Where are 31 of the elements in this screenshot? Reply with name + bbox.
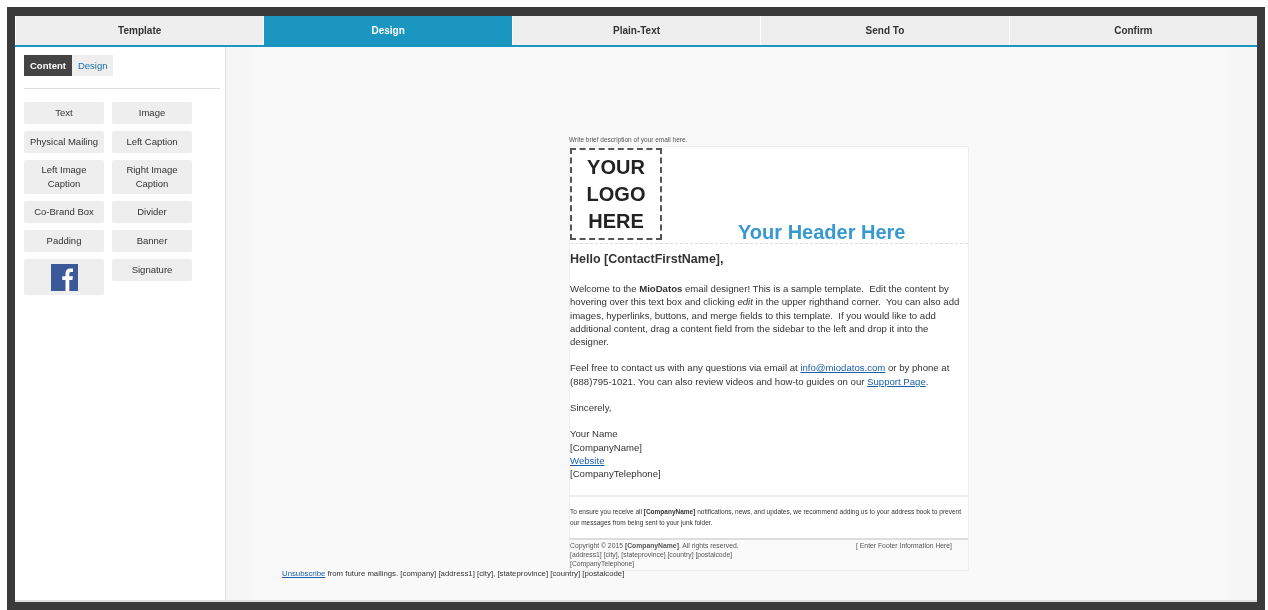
facebook-icon	[50, 263, 78, 291]
body-paragraph: Welcome to the MioDatos email designer! This is a sample template. Edit the content by hovering over this text box and clicking edit in the upper righthand corner. You can also add images, hyperlinks, buttons, and merge fields to this template. If you would like to add additional content, drag a content field from the sidebar to the left and drop it into the designer.	[570, 282, 961, 349]
body-paragraph: Sincerely,	[570, 401, 613, 415]
signature-line: [CompanyTelephone]	[570, 467, 661, 481]
signature-line: [CompanyName]	[570, 440, 642, 454]
panel-tab[interactable]: Content	[24, 55, 72, 76]
step-tab[interactable]: Template	[16, 16, 264, 45]
step-tab[interactable]: Plain-Text	[512, 16, 761, 45]
content-block-button[interactable]: Image	[112, 102, 192, 124]
greeting: Hello [ContactFirstName],	[570, 252, 725, 266]
content-block-button[interactable]: Text	[24, 102, 104, 124]
content-block-button[interactable]: Physical Mailing	[24, 131, 104, 153]
text-link[interactable]: info@miodatos.com	[800, 362, 886, 374]
signature-line: Your Name	[570, 427, 618, 441]
content-block-button[interactable]: Padding	[24, 230, 104, 252]
content-block-button[interactable]: Signature	[112, 259, 192, 281]
step-tab[interactable]: Send To	[761, 16, 1009, 45]
website-link[interactable]: Website	[570, 453, 605, 468]
text-link[interactable]: Support Page	[867, 375, 926, 387]
content-block-button[interactable]: Left Caption	[112, 131, 192, 153]
logo-text: YOUR LOGO HERE	[586, 154, 646, 234]
email-header: Your Header Here	[738, 221, 906, 243]
content-block-button[interactable]: Co-Brand Box	[24, 201, 104, 223]
body-paragraph: Feel free to contact us with any questions via email at info@miodatos.com or by phone at (888)795-1021. You can also review videos and how-to guides on our Support Page.	[570, 361, 951, 389]
content-block-button[interactable]: Right Image Caption	[112, 160, 192, 194]
panel-tab[interactable]: Design	[71, 55, 114, 76]
content-block-button[interactable]: Banner	[112, 230, 192, 252]
step-tab[interactable]: Confirm	[1009, 16, 1258, 45]
content-block-button[interactable]: Left Image Caption	[24, 160, 104, 194]
content-block-button[interactable]: Divider	[112, 201, 192, 223]
facebook-block-button[interactable]	[24, 259, 104, 295]
